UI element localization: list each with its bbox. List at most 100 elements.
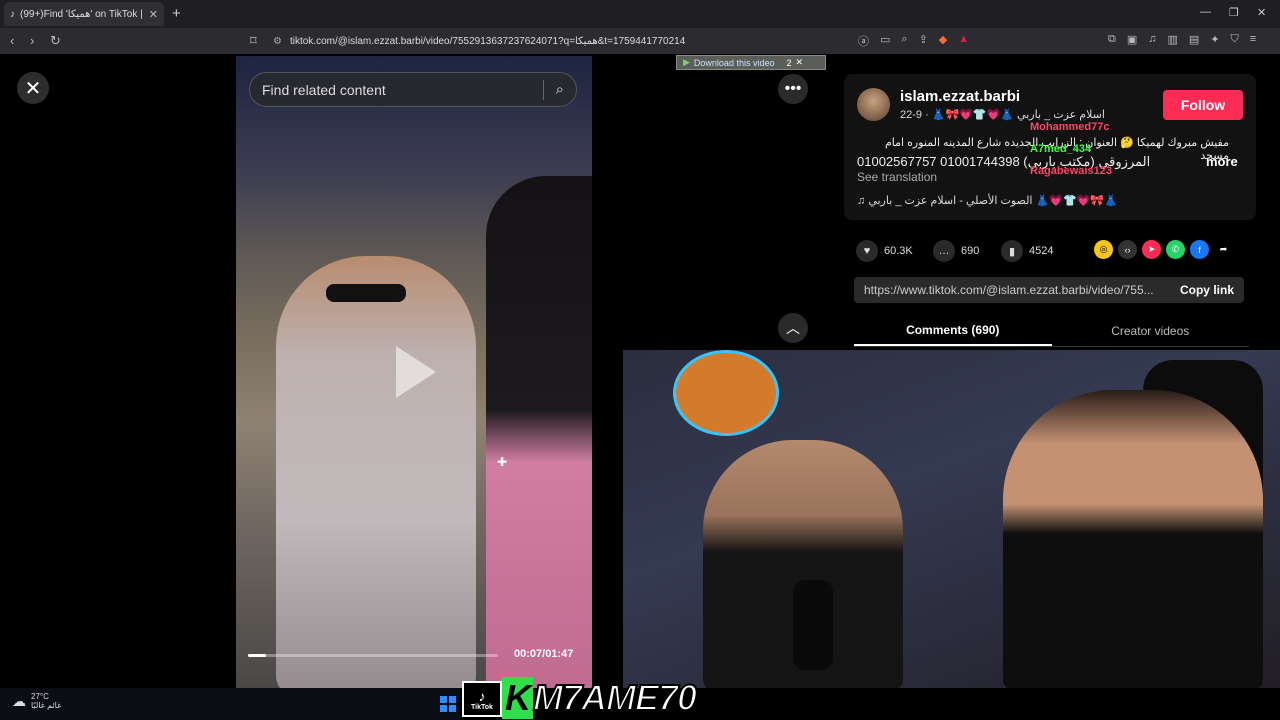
chat-user: A7med_434	[1030, 143, 1092, 155]
minimize-icon[interactable]: —	[1200, 6, 1211, 18]
coin-icon[interactable]: ◎	[1094, 240, 1113, 259]
previous-video-button[interactable]: ︿	[778, 313, 808, 343]
tab-creator-videos[interactable]: Creator videos	[1052, 316, 1250, 346]
video-time: 00:07/01:47	[514, 648, 574, 660]
comment-icon[interactable]: …	[933, 240, 955, 262]
taskbar	[0, 688, 460, 720]
like-stat[interactable]: ♥ 60.3K	[856, 240, 913, 262]
forward-icon[interactable]: ›	[30, 33, 34, 48]
bookmark-icon[interactable]: ⌑	[250, 33, 257, 49]
download-close-icon[interactable]: ✕	[796, 57, 804, 68]
video-progress-fill	[248, 654, 266, 657]
see-translation-link[interactable]: See translation	[857, 170, 937, 184]
sidebar-icon[interactable]: ▥	[1168, 33, 1178, 46]
video-person-woman	[486, 176, 592, 688]
maximize-icon[interactable]: ❐	[1229, 6, 1239, 19]
send-icon[interactable]: ➤	[1142, 240, 1161, 259]
brand-k: K	[502, 677, 533, 719]
chat-user: Mohammed77c	[1030, 121, 1110, 133]
reader-icon[interactable]: ▭	[880, 33, 890, 49]
temperature: 27°C	[31, 692, 49, 701]
music-title: الصوت الأصلي - اسلام عزت _ باربي 👗💗👕💗🎀👗	[868, 195, 1118, 207]
download-video-bar[interactable]: ▶ Download this video 2 ✕	[676, 55, 826, 70]
comment-tabs: Comments (690) Creator videos	[854, 316, 1249, 347]
music-line[interactable]: ♫ الصوت الأصلي - اسلام عزت _ باربي 👗💗👕💗🎀…	[857, 194, 1118, 207]
tiktok-label: TikTok	[471, 703, 493, 711]
back-icon[interactable]: ‹	[10, 33, 14, 48]
share-page-icon[interactable]: ⇪	[919, 33, 928, 49]
heart-icon[interactable]: ♥	[856, 240, 878, 262]
tiktok-note-icon: ♪	[478, 687, 486, 704]
search-input[interactable]: Find related content ⌕	[249, 72, 577, 107]
webcam-person-right	[1003, 390, 1263, 688]
video-sunglasses	[326, 284, 406, 302]
tab-title: (99+)Find 'هميكا' on TikTok | TikTok	[20, 8, 144, 20]
whatsapp-icon[interactable]: ✆	[1166, 240, 1185, 259]
copy-link-button[interactable]: Copy link	[1180, 283, 1234, 297]
vpn-icon[interactable]: ⛉	[1231, 33, 1239, 46]
save-stat[interactable]: ▮ 4524	[1001, 240, 1053, 262]
translate-icon[interactable]: ⓐ	[858, 33, 869, 49]
share-row: ◎ ‹› ➤ ✆ f ➦	[1094, 240, 1233, 259]
neon-sign	[673, 350, 779, 436]
chat-overlay-1: Mohammed77c	[1030, 121, 1109, 133]
weather-widget[interactable]: ☁ 27°C غائم غالبًا	[12, 692, 61, 710]
search-icon[interactable]: ⌕	[556, 81, 564, 98]
tiktok-logo: ♪ TikTok	[462, 681, 502, 717]
video-progress-bar[interactable]	[248, 654, 498, 657]
new-tab-button[interactable]: +	[172, 5, 181, 22]
close-player-button[interactable]: ✕	[17, 72, 49, 104]
toolbar-icons: ⧉ ▣ ♫ ▥ ▤ ✦ ⛉ ≡	[1108, 33, 1256, 46]
avatar[interactable]	[857, 88, 890, 121]
streamer-watermark: K M7AME70	[502, 676, 698, 719]
download-count: 2	[786, 57, 792, 68]
brave-shield-icon[interactable]: ◆	[939, 33, 947, 49]
screenshot-icon[interactable]: ▣	[1127, 33, 1137, 46]
extensions-icon[interactable]: ⧉	[1108, 33, 1116, 46]
copy-link-box: https://www.tiktok.com/@islam.ezzat.barb…	[854, 277, 1244, 303]
follow-button[interactable]: Follow	[1163, 90, 1243, 120]
share-arrow-icon[interactable]: ➦	[1214, 240, 1233, 259]
close-icon: ✕	[24, 77, 42, 100]
address-actions: ⓐ ▭ ⌕ ⇪ ◆ ▲	[858, 33, 969, 49]
leo-icon[interactable]: ✦	[1210, 33, 1219, 46]
windows-start-icon[interactable]	[440, 696, 456, 712]
comment-count: 690	[961, 245, 980, 257]
comment-stat[interactable]: … 690	[933, 240, 979, 262]
tab-close-icon[interactable]: ✕	[149, 8, 158, 21]
site-info-icon[interactable]: ⚙	[273, 36, 282, 47]
rewards-icon[interactable]: ▲	[958, 33, 969, 49]
more-options-button[interactable]: •••	[778, 74, 808, 104]
weather-icon: ☁	[12, 692, 26, 709]
window-close-icon[interactable]: ✕	[1257, 6, 1266, 19]
download-icon: ▶	[683, 57, 690, 67]
embed-icon[interactable]: ‹›	[1118, 240, 1137, 259]
username[interactable]: islam.ezzat.barbi	[900, 88, 1020, 105]
tab-comments[interactable]: Comments (690)	[854, 316, 1052, 346]
facebook-icon[interactable]: f	[1190, 240, 1209, 259]
bookmark-save-icon[interactable]: ▮	[1001, 240, 1023, 262]
chat-overlay-3: Ragabewais123	[1030, 165, 1112, 177]
weather-text: غائم غالبًا	[31, 701, 62, 710]
mouse-cursor-icon: ✚	[497, 455, 508, 469]
search-divider	[542, 79, 544, 100]
more-link[interactable]: more	[1206, 154, 1238, 169]
webcam-overlay	[623, 350, 1280, 688]
video-frame[interactable]	[236, 56, 592, 688]
video-person-man	[276, 256, 476, 688]
reload-icon[interactable]: ↻	[50, 33, 61, 49]
brand-text: M7AME70	[532, 676, 698, 719]
chat-user: Ragabewais123	[1030, 165, 1112, 177]
nickname: اسلام عزت _ باربي 👗💗👕💗🎀👗 · 9-22	[900, 109, 1105, 121]
search-placeholder: Find related content	[262, 81, 386, 98]
like-count: 60.3K	[884, 245, 913, 257]
menu-icon[interactable]: ≡	[1250, 33, 1256, 46]
wallet-icon[interactable]: ▤	[1189, 33, 1199, 46]
tab-bar	[0, 0, 1280, 28]
ellipsis-icon: •••	[784, 80, 802, 97]
zoom-icon[interactable]: ⌕	[901, 33, 907, 49]
chevron-up-icon: ︿	[786, 320, 800, 336]
browser-tab[interactable]: ♪ (99+)Find 'هميكا' on TikTok | TikTok ✕	[4, 2, 164, 26]
media-icon[interactable]: ♫	[1148, 33, 1156, 46]
play-icon[interactable]	[396, 346, 436, 398]
